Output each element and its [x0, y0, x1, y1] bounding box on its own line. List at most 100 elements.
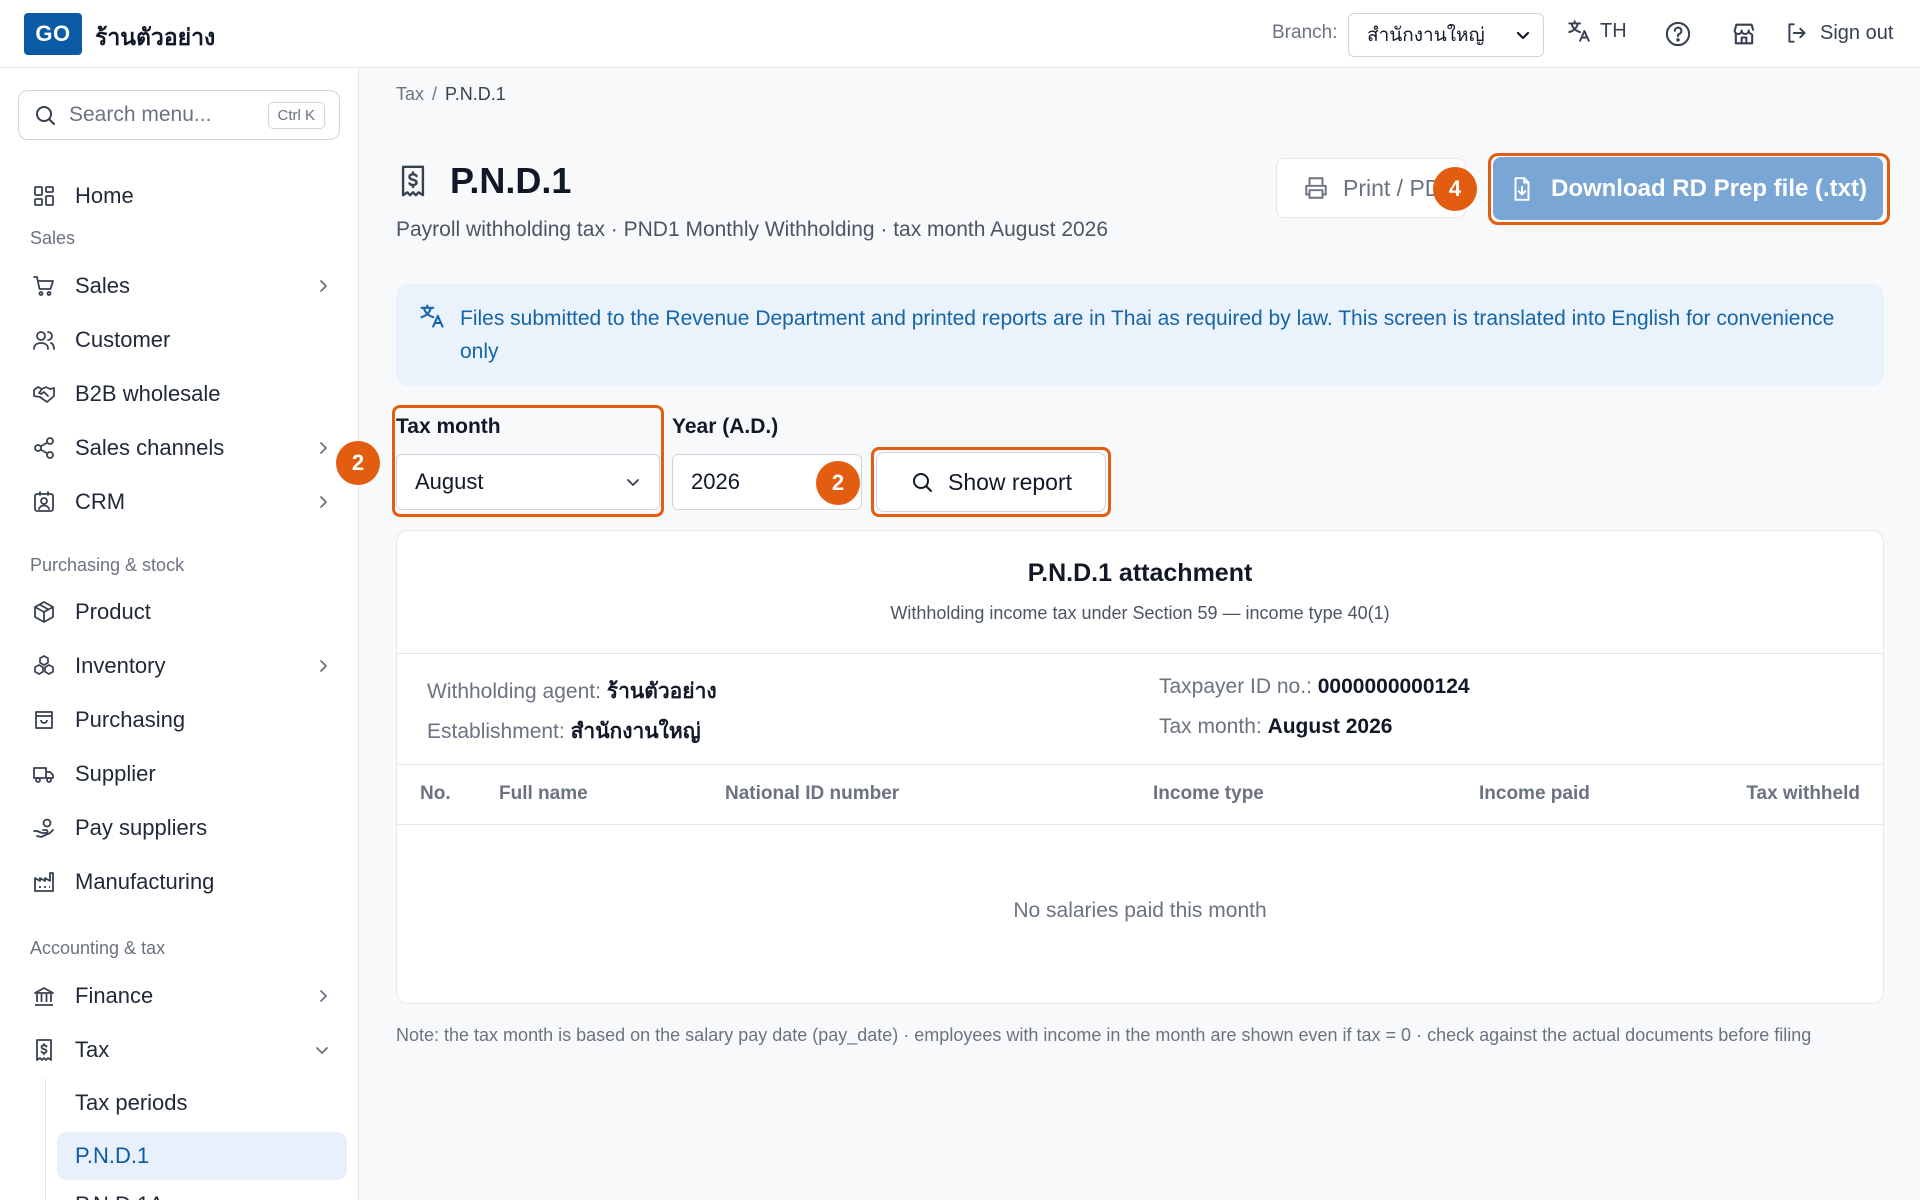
- taxpayer-value: 0000000000124: [1317, 675, 1470, 698]
- chevron-down-icon: [314, 1042, 330, 1058]
- sidebar-item-label: Product: [75, 599, 151, 624]
- sidebar-item-label: Customer: [75, 327, 171, 352]
- shopping-bag-icon: [30, 706, 58, 734]
- establishment: Establishment: สำนักงานใหญ่: [427, 715, 701, 748]
- report-tax-month: Tax month: August 2026: [1159, 715, 1392, 739]
- branch-select[interactable]: สำนักงานใหญ่: [1348, 13, 1544, 57]
- sidebar-item-label: CRM: [75, 489, 126, 514]
- section-accounting: Accounting & tax: [30, 938, 166, 958]
- help-icon[interactable]: [1664, 20, 1692, 48]
- sidebar-item-inventory[interactable]: Inventory: [30, 644, 330, 688]
- boxes-icon: [30, 652, 58, 680]
- contact-card-icon: [30, 488, 58, 516]
- sidebar-item-home[interactable]: Home: [30, 174, 330, 218]
- chevron-down-icon: [1515, 27, 1531, 43]
- section-sales: Sales: [30, 228, 76, 248]
- language-label: TH: [1600, 19, 1627, 42]
- breadcrumb-tax[interactable]: Tax: [396, 84, 424, 105]
- sidebar-item-label: Supplier: [75, 761, 156, 786]
- notice-text: Files submitted to the Revenue Departmen…: [460, 307, 1835, 363]
- top-bar: GO ร้านตัวอย่าง Branch: สำนักงานใหญ่ TH …: [0, 0, 1920, 68]
- sidebar-item-label: Inventory: [75, 653, 166, 678]
- section-purchasing: Purchasing & stock: [30, 555, 185, 575]
- sidebar-item-label: Tax: [75, 1037, 110, 1062]
- step-badge-month: 2: [336, 441, 380, 485]
- page-subtitle: Payroll withholding tax · PND1 Monthly W…: [396, 218, 1109, 241]
- sidebar-item-label: Purchasing: [75, 707, 186, 732]
- sidebar-item-crm[interactable]: CRM: [30, 480, 330, 524]
- search-shortcut: Ctrl K: [267, 101, 325, 129]
- sidebar-item-label: Home: [75, 183, 134, 208]
- sidebar-subitem-pnd1[interactable]: P.N.D.1: [57, 1132, 347, 1180]
- year-label: Year (A.D.): [672, 415, 779, 438]
- receipt-icon: [396, 163, 430, 199]
- divider: [397, 824, 1883, 825]
- page-title: P.N.D.1: [450, 160, 572, 201]
- sidebar-item-label: Manufacturing: [75, 869, 215, 894]
- grid-icon: [30, 182, 58, 210]
- footnote: Note: the tax month is based on the sala…: [396, 1025, 1812, 1045]
- sign-out-icon: [1784, 20, 1810, 46]
- taxpayer-id: Taxpayer ID no.: 0000000000124: [1159, 675, 1470, 699]
- sidebar-item-finance[interactable]: Finance: [30, 974, 330, 1018]
- sidebar-subitem-tax-periods[interactable]: Tax periods: [75, 1090, 188, 1116]
- box-icon: [30, 598, 58, 626]
- sidebar-item-pay-suppliers[interactable]: Pay suppliers: [30, 806, 330, 850]
- chevron-right-icon: [316, 279, 330, 293]
- bank-icon: [30, 982, 58, 1010]
- sign-out-button[interactable]: Sign out: [1784, 20, 1893, 46]
- sidebar-item-customer[interactable]: Customer: [30, 318, 330, 362]
- users-icon: [30, 326, 58, 354]
- factory-icon: [30, 868, 58, 896]
- agent-value: ร้านตัวอย่าง: [606, 680, 717, 703]
- sidebar-item-purchasing[interactable]: Purchasing: [30, 698, 330, 742]
- language-notice: Files submitted to the Revenue Departmen…: [396, 284, 1884, 386]
- sidebar-item-supplier[interactable]: Supplier: [30, 752, 330, 796]
- sidebar-item-product[interactable]: Product: [30, 590, 330, 634]
- submenu-line: [45, 1078, 46, 1200]
- sidebar-item-label: B2B wholesale: [75, 381, 221, 406]
- withholding-agent: Withholding agent: ร้านตัวอย่าง: [427, 675, 717, 708]
- divider: [397, 764, 1883, 765]
- report-subtitle: Withholding income tax under Section 59 …: [890, 603, 1390, 623]
- cart-icon: [30, 272, 58, 300]
- sidebar-item-sales-channels[interactable]: Sales channels: [30, 426, 330, 470]
- hand-coins-icon: [30, 814, 58, 842]
- establishment-value: สำนักงานใหญ่: [570, 720, 701, 743]
- branch-label: Branch:: [1272, 22, 1338, 43]
- sidebar-subitem-pnd1a[interactable]: P.N.D.1A: [75, 1192, 164, 1200]
- highlight-tax-month: [392, 405, 664, 517]
- column-header: Full name: [499, 783, 588, 804]
- sidebar-item-manufacturing[interactable]: Manufacturing: [30, 860, 330, 904]
- truck-icon: [30, 760, 58, 788]
- breadcrumb-current: P.N.D.1: [445, 84, 506, 104]
- store-icon[interactable]: [1730, 20, 1758, 48]
- sidebar-item-b2b[interactable]: B2B wholesale: [30, 372, 330, 416]
- menu-search-input[interactable]: Search menu... Ctrl K: [18, 90, 340, 140]
- step-badge-download: 4: [1433, 167, 1477, 211]
- chevron-right-icon: [316, 441, 330, 455]
- report-card: P.N.D.1 attachment Withholding income ta…: [396, 530, 1884, 1004]
- app-logo[interactable]: GO: [24, 13, 82, 55]
- search-placeholder: Search menu...: [69, 103, 212, 126]
- column-header: Income paid: [1479, 783, 1590, 804]
- column-header: Income type: [1153, 783, 1264, 804]
- translate-icon: [418, 302, 446, 386]
- sidebar-item-label: Pay suppliers: [75, 815, 208, 840]
- column-header: No.: [420, 783, 451, 804]
- sidebar-item-sales[interactable]: Sales: [30, 264, 330, 308]
- translate-icon: [1566, 18, 1592, 44]
- search-icon: [33, 103, 57, 127]
- printer-icon: [1303, 175, 1329, 201]
- column-header: Tax withheld: [1746, 783, 1860, 804]
- language-switch[interactable]: TH: [1566, 18, 1627, 44]
- sidebar-item-label: Sales channels: [75, 435, 225, 460]
- taxpayer-label: Taxpayer ID no.:: [1159, 675, 1312, 698]
- highlight-show-report: [871, 447, 1111, 517]
- sign-out-label: Sign out: [1820, 21, 1894, 44]
- shop-name: ร้านตัวอย่าง: [95, 24, 216, 50]
- sidebar-item-tax[interactable]: Tax: [30, 1028, 330, 1072]
- sidebar-item-label: Sales: [75, 273, 131, 298]
- column-header: National ID number: [725, 783, 900, 804]
- breadcrumb-separator: /: [432, 84, 438, 104]
